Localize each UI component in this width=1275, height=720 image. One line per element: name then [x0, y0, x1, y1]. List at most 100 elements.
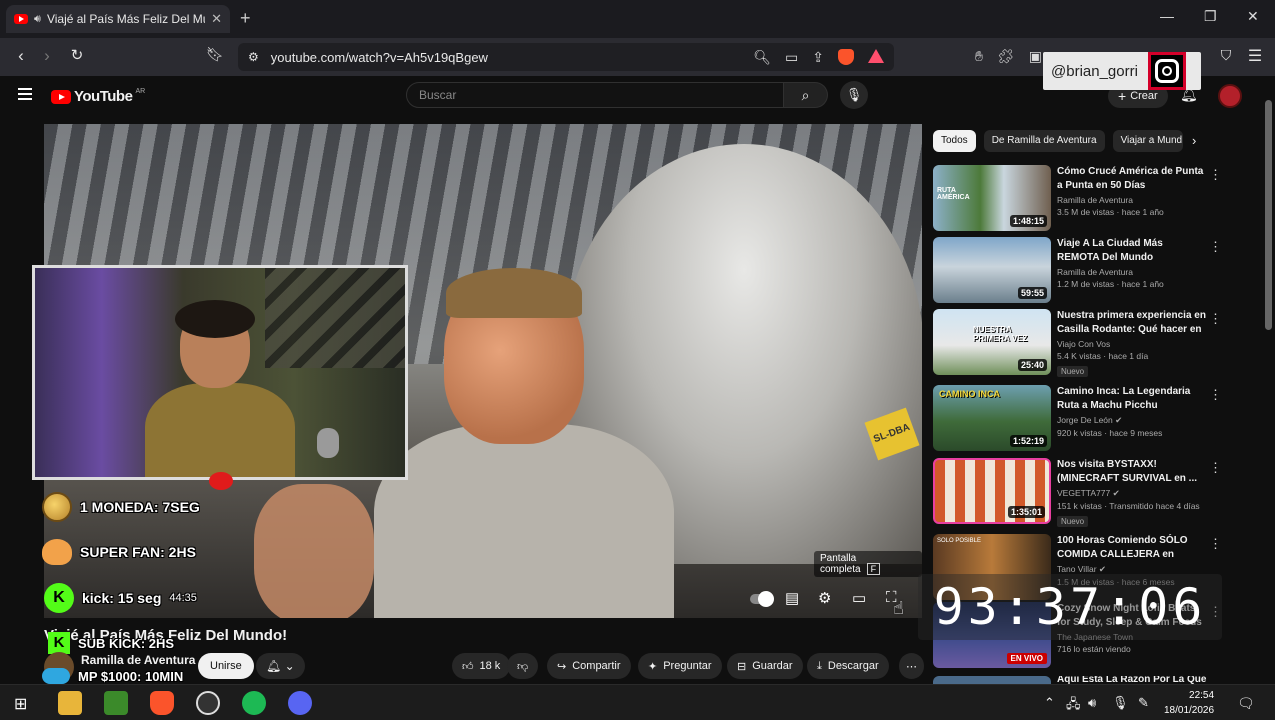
cast-icon[interactable]: ▭ — [785, 49, 798, 66]
more-options-icon[interactable]: ⋮ — [1209, 311, 1222, 327]
discord-icon[interactable] — [288, 691, 312, 715]
more-options-icon[interactable]: ⋮ — [1209, 239, 1222, 255]
voice-search-button[interactable]: 🎙︎ — [840, 81, 868, 109]
pen-icon[interactable]: ✎ — [1138, 695, 1149, 711]
save-button[interactable]: ⊟ Guardar — [727, 653, 803, 679]
rec-title: 100 Horas Comiendo SÓLO COMIDA CALLEJERA… — [1057, 535, 1188, 560]
restore-icon[interactable]: ❐ — [1204, 8, 1217, 25]
tray-chevron-up-icon[interactable]: ⌃ — [1044, 695, 1055, 711]
chip-channel[interactable]: De Ramilla de Aventura — [983, 130, 1105, 152]
video-thumbnail[interactable]: 59:55 — [933, 237, 1051, 303]
new-tab-button[interactable]: + — [240, 8, 251, 29]
clock-date: 18/01/2026 — [1164, 705, 1215, 716]
file-explorer-icon[interactable] — [58, 691, 82, 715]
superfan-text: SUPER FAN: 2HS — [80, 544, 196, 560]
browser-menu-icon[interactable]: ☰ — [1244, 46, 1266, 66]
ask-button[interactable]: ✦ Preguntar — [638, 653, 722, 679]
close-window-icon[interactable]: ✕ — [1247, 8, 1259, 25]
spotify-icon[interactable] — [242, 691, 266, 715]
verified-icon: ✔︎ — [1112, 488, 1120, 498]
recommended-video[interactable]: Aquí Está La Razón Por La Que ... — [933, 676, 1233, 684]
settings-gear-icon[interactable]: ⚙︎ — [818, 589, 831, 607]
coin-icon — [42, 492, 72, 522]
site-settings-icon[interactable]: ⚙︎ — [248, 50, 259, 64]
bookmark-icon[interactable]: 🔖︎ — [204, 46, 226, 63]
youtube-logo[interactable]: YouTube AR — [51, 88, 145, 105]
video-thumbnail[interactable] — [933, 676, 1051, 684]
video-thumbnail[interactable]: CAMINO INCA 1:52:19 — [933, 385, 1051, 451]
video-thumbnail[interactable]: 1:35:01 — [933, 458, 1051, 524]
dislike-button[interactable]: 👎︎ — [507, 653, 539, 679]
back-icon[interactable]: ‹ — [10, 46, 32, 66]
subtitles-icon[interactable]: ▤ — [785, 589, 799, 607]
recommended-video[interactable]: 59:55 Viaje A La Ciudad Más REMOTA Del M… — [933, 237, 1233, 305]
share-button[interactable]: ↪ Compartir — [547, 653, 631, 679]
zoom-icon[interactable]: 🔍︎ — [753, 49, 771, 66]
minecraft-icon[interactable] — [104, 691, 128, 715]
chip-todos[interactable]: Todos — [933, 130, 976, 152]
youtube-play-icon — [51, 89, 71, 104]
theater-mode-icon[interactable]: ▭ — [852, 589, 866, 607]
verified-icon: ✔︎ — [1098, 564, 1107, 574]
share-icon[interactable]: ⇪ — [812, 49, 824, 66]
microphone-tray-icon[interactable]: 🎙︎ — [1112, 695, 1129, 711]
brave-browser-icon[interactable] — [150, 691, 174, 715]
download-button[interactable]: ⤓ Descargar — [807, 653, 889, 679]
tab-title: Viajé al País Más Feliz Del Mu — [46, 12, 206, 26]
more-actions-button[interactable]: ⋯ — [899, 653, 924, 679]
duration-badge: 59:55 — [1017, 287, 1047, 299]
kick-timer: 44:35 — [169, 592, 197, 604]
subscribe-bell-button[interactable]: 🔔︎ ⌄ — [256, 653, 305, 679]
chips-next-icon[interactable]: › — [1192, 133, 1196, 148]
obs-icon[interactable] — [196, 691, 220, 715]
mp-text: MP $1000: 10MIN — [78, 668, 184, 684]
extension-hand-icon[interactable]: ✋︎ — [975, 48, 983, 65]
join-button[interactable]: Unirse — [198, 653, 254, 679]
taskbar-clock[interactable]: 22:54 18/01/2026 — [1164, 688, 1214, 718]
search-button[interactable]: ⌕ — [784, 82, 828, 108]
account-avatar[interactable] — [1218, 84, 1242, 108]
recommended-video[interactable]: RUTA AMÉRICA 1:48:15 Cómo Crucé América … — [933, 165, 1233, 233]
recommended-video[interactable]: 1:35:01 Nos visita BYSTAXX! (MINECRAFT S… — [933, 458, 1233, 527]
more-options-icon[interactable]: ⋮ — [1209, 167, 1222, 183]
duration-badge: 1:52:19 — [1009, 435, 1047, 447]
address-bar[interactable]: ⚙︎ youtube.com/watch?v=Ah5v19qBgew 🔍︎ ▭ … — [238, 43, 894, 71]
rec-channel: Ramilla de Aventura — [1057, 195, 1133, 205]
scrollbar-thumb[interactable] — [1265, 100, 1272, 330]
extensions-puzzle-icon[interactable]: 🧩︎ — [997, 48, 1015, 65]
recommended-video[interactable]: NUESTRA PRIMERA VEZ 25:40 Nuestra primer… — [933, 309, 1233, 377]
rec-title: Nos visita BYSTAXX! (MINECRAFT SURVIVAL … — [1057, 459, 1198, 484]
wallet-icon[interactable]: ▣ — [1029, 48, 1042, 65]
recommended-video[interactable]: CAMINO INCA 1:52:19 Camino Inca: La Lege… — [933, 385, 1233, 453]
more-options-icon[interactable]: ⋮ — [1209, 460, 1222, 476]
channel-name[interactable]: Ramilla de Aventura — [81, 653, 195, 667]
close-tab-icon[interactable]: ✕ — [211, 11, 222, 27]
search-input[interactable]: Buscar — [406, 82, 784, 108]
autoplay-toggle[interactable] — [750, 591, 774, 607]
browser-tab-youtube[interactable]: 🔊︎ Viajé al País Más Feliz Del Mu ✕ — [6, 5, 230, 33]
url-text: youtube.com/watch?v=Ah5v19qBgew — [270, 49, 488, 65]
more-options-icon[interactable]: ⋮ — [1209, 536, 1222, 552]
forward-icon[interactable]: › — [36, 46, 58, 66]
video-thumbnail[interactable]: NUESTRA PRIMERA VEZ 25:40 — [933, 309, 1051, 375]
reload-icon[interactable]: ↻ — [66, 46, 88, 64]
notifications-center-icon[interactable]: 🗨︎ — [1237, 695, 1255, 712]
like-button[interactable]: 👍︎ 18 k — [452, 653, 511, 679]
network-icon[interactable]: 🖧︎ — [1066, 695, 1081, 717]
brave-shields-icon[interactable] — [838, 49, 854, 65]
rec-channel: Ramilla de Aventura — [1057, 267, 1133, 277]
minimize-icon[interactable]: — — [1160, 8, 1174, 24]
rec-channel: VEGETTA777 ✔︎ — [1057, 488, 1207, 499]
brave-rewards-icon[interactable] — [868, 49, 884, 63]
more-options-icon[interactable]: ⋮ — [1209, 387, 1222, 403]
windows-start-icon[interactable]: ⊞ — [14, 694, 27, 714]
hamburger-menu-icon[interactable] — [18, 88, 32, 100]
page-scrollbar[interactable] — [1262, 90, 1275, 684]
speaker-icon[interactable]: 🔊︎ — [34, 13, 41, 26]
rec-channel-name: Jorge De León — [1057, 415, 1113, 425]
download-icon: ⤓ — [817, 659, 822, 672]
video-thumbnail[interactable]: RUTA AMÉRICA 1:48:15 — [933, 165, 1051, 231]
chip-travel[interactable]: Viajar a Mund — [1112, 130, 1183, 152]
vpn-shield-icon[interactable]: ⛉ — [1215, 47, 1237, 64]
volume-icon[interactable]: 🔊︎ — [1088, 695, 1096, 711]
